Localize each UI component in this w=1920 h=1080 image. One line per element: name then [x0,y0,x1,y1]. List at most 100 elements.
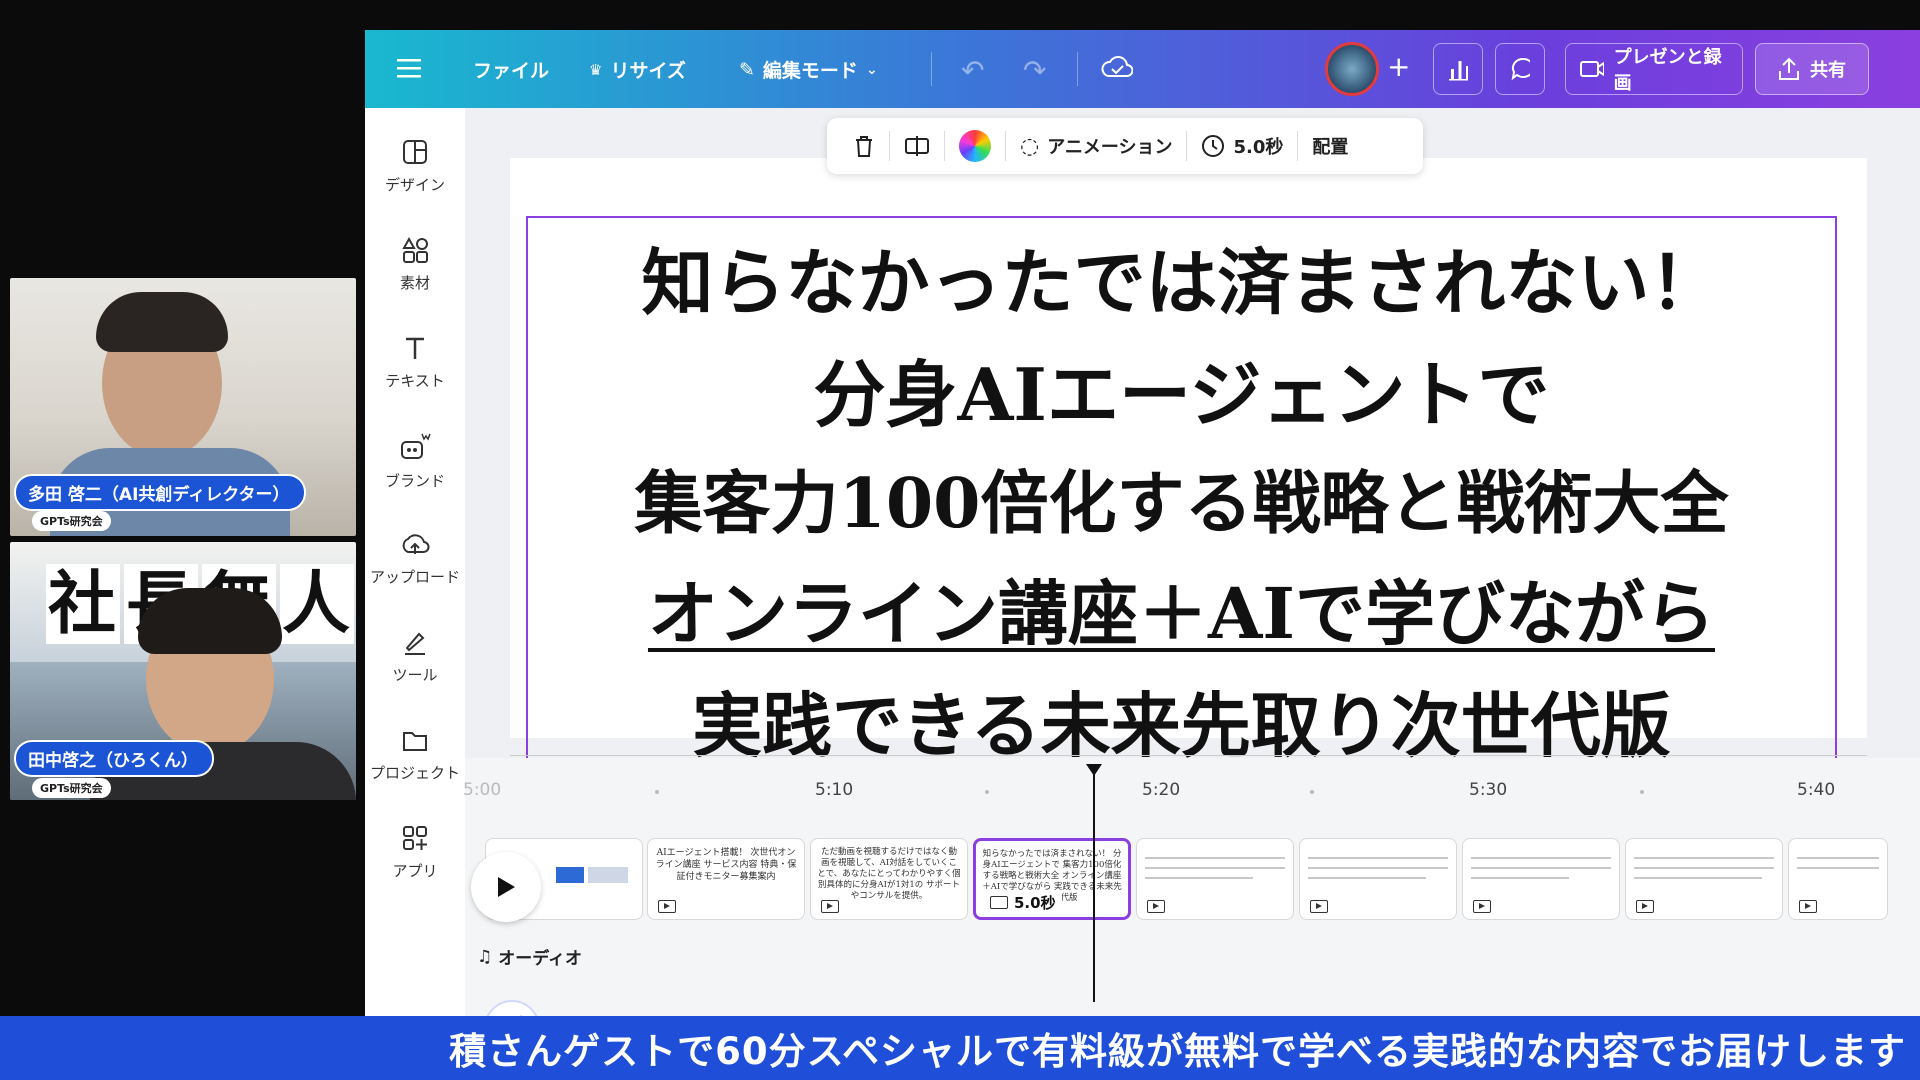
animation-button[interactable]: ◌ アニメーション [1006,133,1186,159]
clock-icon [1202,135,1225,157]
timeline-tick: 5:10 [815,780,854,800]
playhead[interactable] [1086,764,1102,1002]
color-button[interactable] [945,130,1005,162]
sidebar-item-design[interactable]: デザイン [365,138,465,195]
add-collaborator-icon[interactable]: + [1387,50,1410,83]
brand-icon [401,433,431,459]
avatar[interactable] [1325,42,1379,96]
share-icon [1779,57,1799,80]
page-guide [510,755,1867,756]
sidebar-item-brand[interactable]: ブランド [365,432,465,491]
file-menu[interactable]: ファイル [473,56,549,83]
timeline-scene-7[interactable] [1462,838,1620,920]
canvas-area: 知らなかったでは済まされない！ 分身AIエージェントで 集客力100倍化する戦略… [465,108,1920,778]
scene-thumbnail-text-line [1145,867,1285,869]
slide-title-line-3[interactable]: 集客力100倍化する戦略と戦術大全 [528,448,1835,547]
analytics-button[interactable] [1433,43,1483,95]
audio-track[interactable]: ♫ オーディオ [477,944,582,970]
hamburger-icon[interactable] [397,57,421,83]
video-scene-icon [658,900,676,913]
comment-icon [1511,57,1530,81]
timeline-dot [655,790,659,794]
timeline-scene-5[interactable] [1136,838,1294,920]
comment-button[interactable] [1495,43,1545,95]
timeline-scene-3[interactable]: ただ動画を視聴するだけではなく動画を視聴して、AI対話をしていくことで、あなたに… [810,838,968,920]
edit-mode-dropdown[interactable]: ✎ 編集モード ⌄ [739,56,878,83]
timeline-scene-4-selected[interactable]: 知らなかったでは済まされない！ 分身AIエージェントで 集客力100倍化する戦略… [973,838,1131,920]
video-scene-icon [1473,900,1491,913]
undo-icon[interactable]: ↶ [961,54,984,87]
animation-icon: ◌ [1020,133,1040,159]
chevron-down-icon: ⌄ [865,61,878,78]
timeline-scene-2[interactable]: AIエージェント搭載！ 次世代オンライン講座 サービス内容 特典・保証付きモニタ… [647,838,805,920]
context-toolbar: ◌ アニメーション 5.0秒 配置 [827,118,1423,174]
color-wheel-icon [959,130,991,162]
selected-text-box[interactable]: 知らなかったでは済まされない！ 分身AIエージェントで 集客力100倍化する戦略… [526,216,1837,778]
project-icon [403,732,427,751]
screen: 多田 啓二（AI共創ディレクター） GPTs研究会 社長無人化 田中啓之（ひろく… [0,0,1920,1080]
duration-button[interactable]: 5.0秒 [1187,133,1297,159]
timeline-scene-6[interactable] [1299,838,1457,920]
scene-thumbnail-text-line [1634,877,1762,879]
scene-thumbnail-text-line [1471,877,1569,879]
divider [1077,52,1078,86]
present-and-record-button[interactable]: プレゼンと録画 [1565,43,1743,95]
crown-icon: ♛ [589,60,603,79]
video-scene-icon [990,896,1008,909]
slide-title-line-1[interactable]: 知らなかったでは済まされない！ [528,224,1835,329]
timeline-dot [1640,790,1644,794]
sidebar-item-text[interactable]: テキスト [365,334,465,391]
text-icon [406,337,424,359]
delete-button[interactable] [839,134,889,158]
scene-thumbnail-graphic [556,867,584,883]
redo-icon[interactable]: ↷ [1023,54,1046,87]
scene-thumbnail-text-line [1471,867,1611,869]
scene-thumbnail-text-line [1634,867,1774,869]
slide-page[interactable]: 知らなかったでは済まされない！ 分身AIエージェントで 集客力100倍化する戦略… [510,158,1867,778]
top-toolbar: ファイル ♛ リサイズ ✎ 編集モード ⌄ ↶ ↷ + プレゼンと録画 共有 [365,30,1920,108]
play-button[interactable] [471,852,541,922]
design-icon [403,140,427,164]
sidebar-item-tools[interactable]: ツール [365,628,465,685]
webcam-participant-2: 社長無人化 田中啓之（ひろくん） GPTs研究会 [10,542,356,800]
timeline-tick: 5:00 [463,780,502,800]
scene-thumbnail-text: AIエージェント搭載！ 次世代オンライン講座 サービス内容 特典・保証付きモニタ… [655,848,797,882]
timeline-tick: 5:30 [1469,780,1508,800]
slide-title-line-4[interactable]: オンライン講座＋AIで学びながら [528,558,1835,659]
video-scene-icon [1636,900,1654,913]
participant-org-tag: GPTs研究会 [32,778,111,798]
music-note-icon: ♫ [477,946,493,967]
scene-thumbnail-text-line [1308,857,1448,859]
design-editor: ファイル ♛ リサイズ ✎ 編集モード ⌄ ↶ ↷ + プレゼンと録画 共有 デ… [365,30,1920,1056]
timeline-dot [985,790,989,794]
video-scene-icon [1310,900,1328,913]
elements-icon [402,236,428,263]
sidebar-item-apps[interactable]: アプリ [365,824,465,881]
scene-thumbnail-text: ただ動画を視聴するだけではなく動画を視聴して、AI対話をしていくことで、あなたに… [817,847,961,901]
position-button[interactable]: 配置 [1298,133,1362,159]
timeline-tick: 5:40 [1797,780,1836,800]
share-button[interactable]: 共有 [1755,43,1869,95]
sidebar-item-elements[interactable]: 素材 [365,236,465,293]
timeline-scene-8[interactable] [1625,838,1783,920]
participant-name-tag: 多田 啓二（AI共創ディレクター） [16,476,304,509]
play-icon [498,877,515,897]
apps-icon [403,826,427,850]
sidebar-item-upload[interactable]: アップロード [365,530,465,587]
scene-thumbnail-text-line [1634,857,1774,859]
bar-chart-icon [1449,61,1468,81]
timeline-scene-9[interactable] [1788,838,1888,920]
scene-thumbnail-graphic [588,867,628,883]
trash-icon [856,136,872,157]
slide-title-line-2[interactable]: 分身AIエージェントで [528,336,1835,441]
split-icon [905,136,929,156]
scene-thumbnail-text-line [1145,877,1253,879]
resize-button[interactable]: ♛ リサイズ [589,56,686,83]
split-button[interactable] [890,134,944,158]
timeline-dot [1310,790,1314,794]
video-scene-icon [1147,900,1165,913]
scene-thumbnail-text-line [1797,867,1879,869]
pencil-icon: ✎ [739,58,755,81]
cloud-saved-icon[interactable] [1101,54,1134,86]
sidebar-item-projects[interactable]: プロジェクト [365,726,465,783]
